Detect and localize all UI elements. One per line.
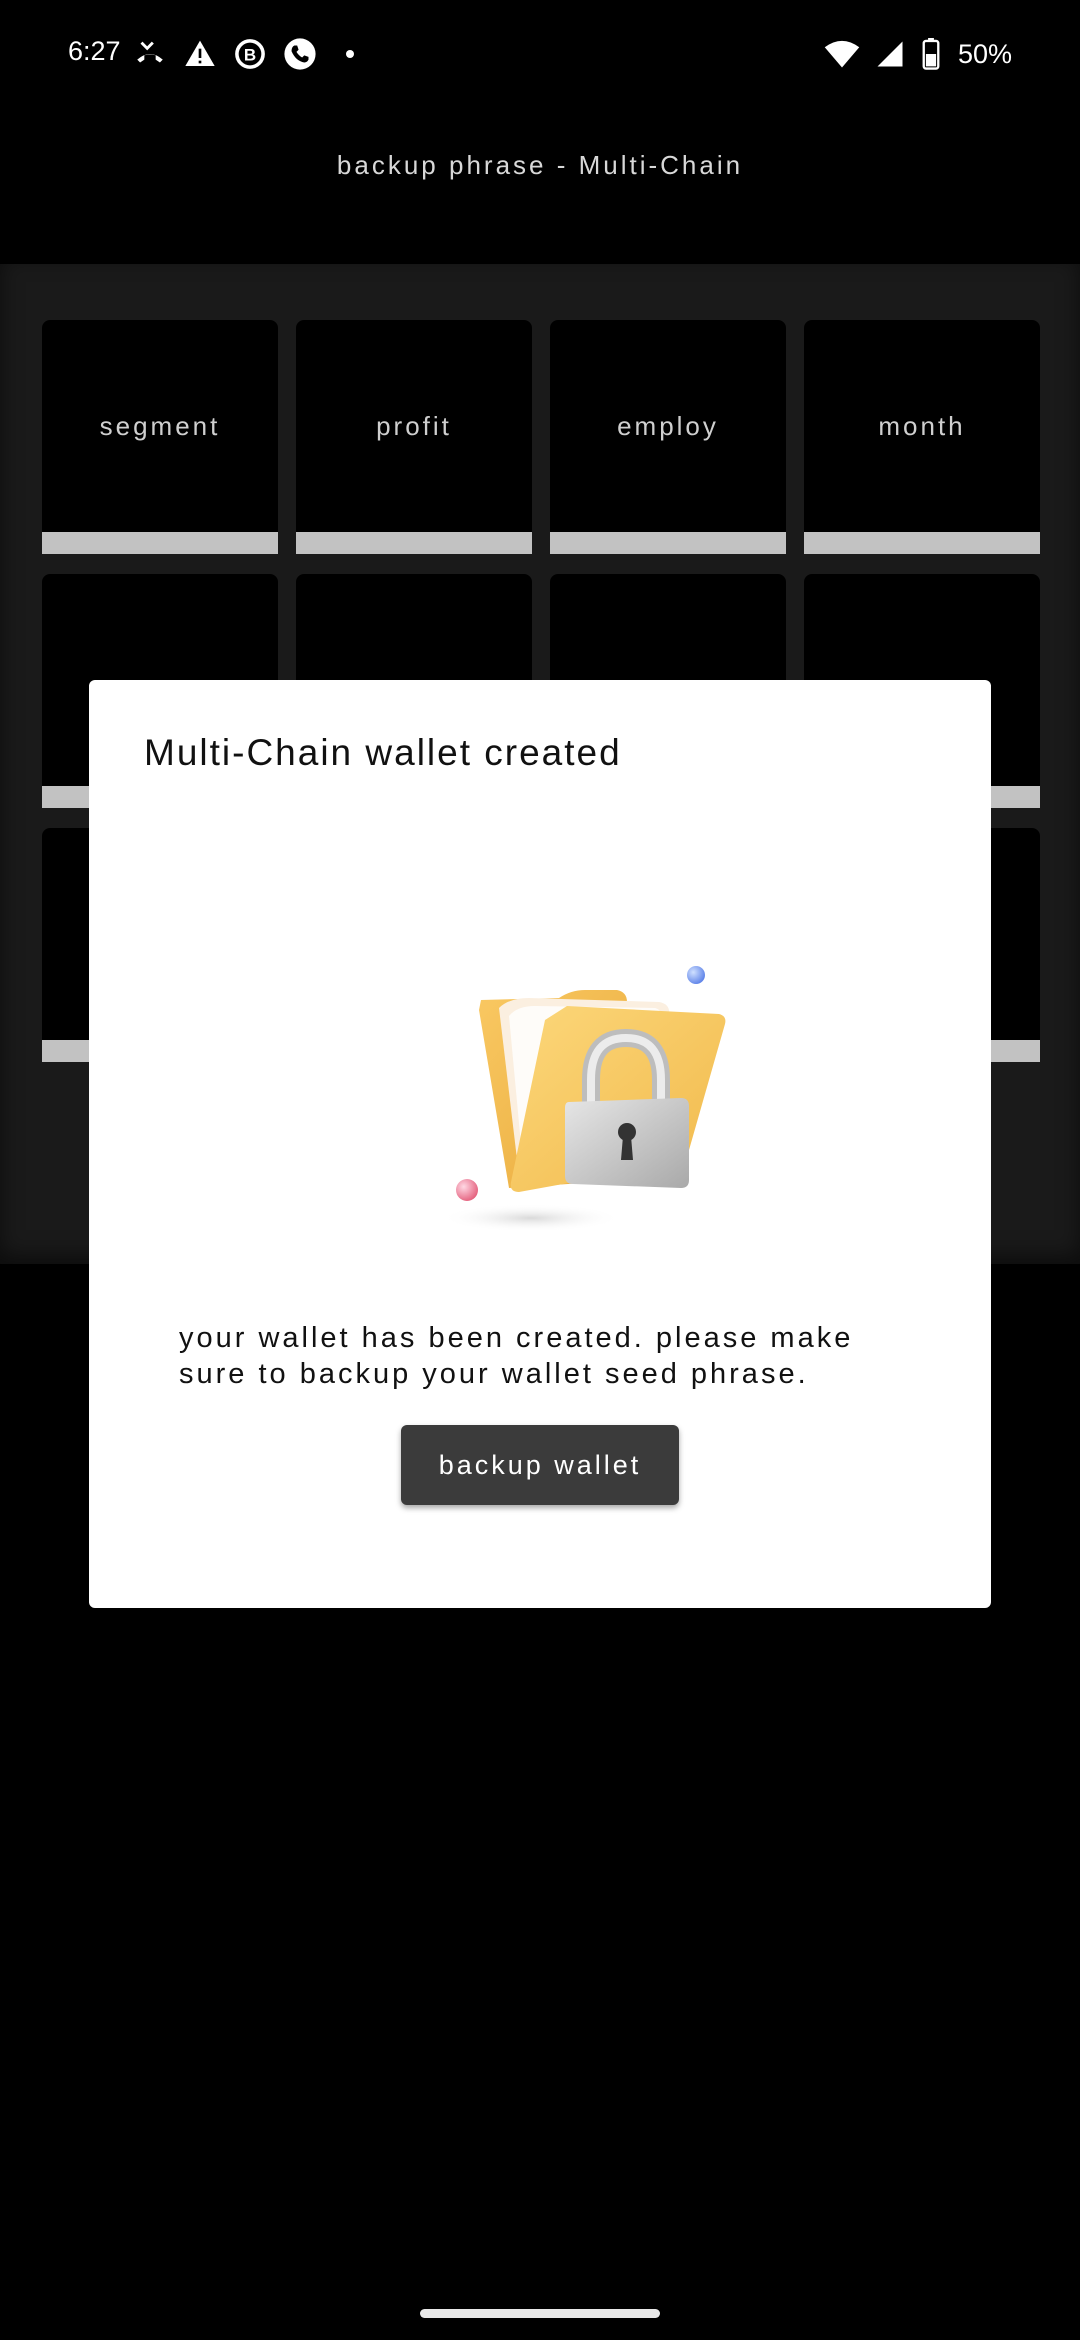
folder-lock-icon (359, 880, 739, 1240)
wallet-created-dialog: Multi-Chain wallet created your wallet h… (89, 680, 991, 1608)
home-indicator[interactable] (420, 2309, 660, 2318)
dialog-message: your wallet has been created. please mak… (179, 1322, 854, 1390)
backup-wallet-button[interactable]: backup wallet (401, 1425, 679, 1505)
dialog-title: Multi-Chain wallet created (144, 732, 622, 773)
